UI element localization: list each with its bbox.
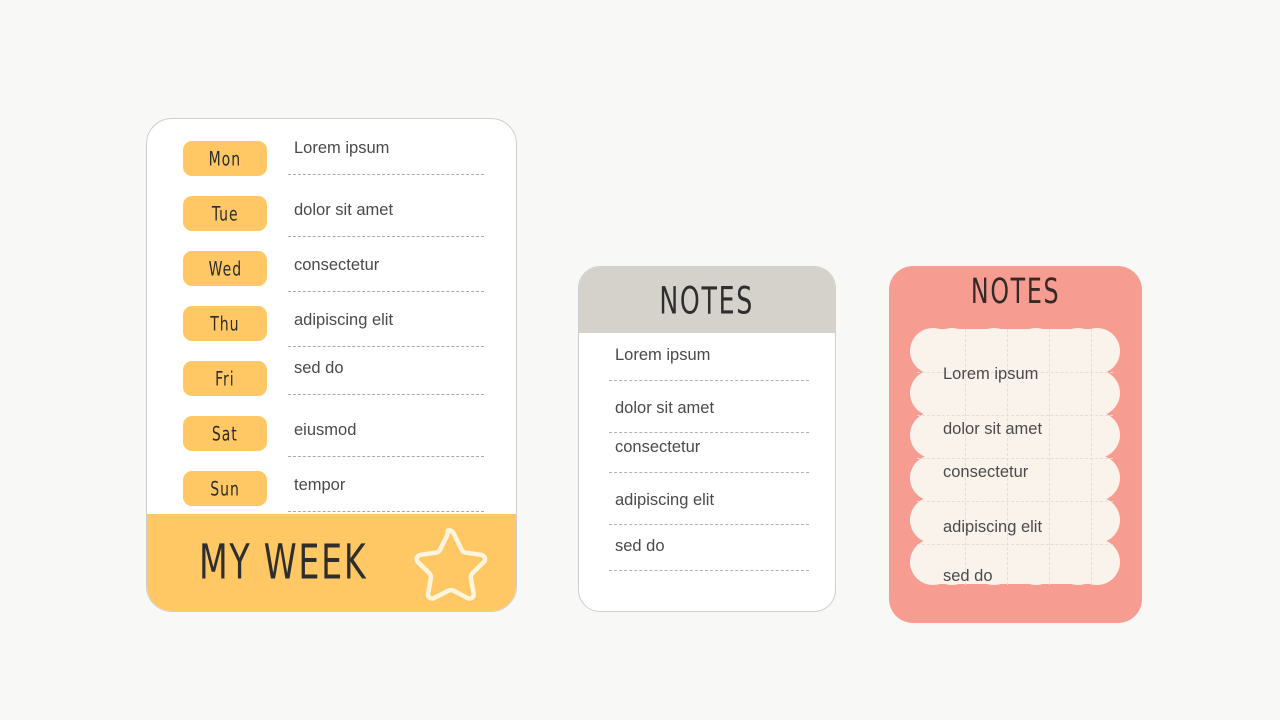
scallop-shape [910, 328, 1120, 585]
planner-day-rows: Mon Lorem ipsum Tue dolor sit amet Wed c… [147, 119, 516, 516]
day-pill-mon[interactable]: Mon [183, 141, 267, 176]
day-pill-sat[interactable]: Sat [183, 416, 267, 451]
notes-card-title: NOTES [659, 278, 755, 322]
day-task-cell[interactable]: Lorem ipsum [288, 139, 492, 193]
table-row[interactable]: Thu adipiscing elit [183, 306, 492, 361]
note-text: sed do [615, 537, 665, 555]
note-text: sed do [943, 567, 993, 585]
dashed-rule [609, 524, 809, 525]
table-row[interactable]: Wed consectetur [183, 251, 492, 306]
list-item[interactable]: consectetur [609, 438, 809, 487]
scalloped-notes-title: NOTES [970, 271, 1061, 313]
dashed-rule [288, 511, 484, 512]
day-task-text: tempor [294, 476, 346, 494]
day-task-text: dolor sit amet [294, 201, 394, 219]
scalloped-notes-card[interactable]: NOTES Lorem ipsum dolor sit amet consect… [889, 266, 1142, 623]
weekly-planner-card[interactable]: Mon Lorem ipsum Tue dolor sit amet Wed c… [146, 118, 517, 612]
notes-card-list: Lorem ipsum dolor sit amet consectetur a… [579, 333, 835, 579]
dashed-rule [288, 174, 484, 175]
day-label: Sun [210, 476, 240, 501]
table-row[interactable]: Sat eiusmod [183, 416, 492, 471]
day-task-text: consectetur [294, 256, 380, 274]
note-text: dolor sit amet [615, 399, 715, 417]
star-icon [414, 527, 488, 601]
notes-card[interactable]: NOTES Lorem ipsum dolor sit amet consect… [578, 266, 836, 612]
table-row[interactable]: Mon Lorem ipsum [183, 139, 492, 196]
day-task-text: Lorem ipsum [294, 139, 390, 157]
dashed-rule [609, 472, 809, 473]
list-item[interactable]: Lorem ipsum [609, 346, 809, 395]
note-text: dolor sit amet [943, 420, 1043, 438]
dashed-rule [288, 394, 484, 395]
day-task-text: adipiscing elit [294, 311, 394, 329]
day-task-text: eiusmod [294, 421, 357, 439]
note-text: consectetur [943, 463, 1029, 481]
note-text: Lorem ipsum [943, 365, 1039, 383]
notes-card-header: NOTES [579, 267, 835, 333]
list-item[interactable]: adipiscing elit [609, 487, 809, 533]
slide-canvas: Mon Lorem ipsum Tue dolor sit amet Wed c… [0, 0, 1280, 720]
day-label: Sat [212, 421, 238, 446]
note-text: Lorem ipsum [615, 346, 711, 364]
day-task-cell[interactable]: dolor sit amet [288, 196, 492, 248]
list-item[interactable]: sed do [609, 533, 809, 579]
note-text: adipiscing elit [943, 518, 1043, 536]
dashed-rule [609, 570, 809, 571]
day-task-cell[interactable]: sed do [288, 359, 492, 413]
day-pill-thu[interactable]: Thu [183, 306, 267, 341]
note-text: consectetur [615, 438, 701, 456]
day-task-cell[interactable]: eiusmod [288, 416, 492, 468]
day-label: Tue [211, 201, 239, 226]
dashed-rule [609, 432, 809, 433]
scalloped-note-surface: Lorem ipsum dolor sit amet consectetur a… [909, 315, 1121, 598]
day-task-text: sed do [294, 359, 344, 377]
table-row[interactable]: Tue dolor sit amet [183, 196, 492, 251]
day-pill-wed[interactable]: Wed [183, 251, 267, 286]
list-item[interactable]: dolor sit amet [609, 395, 809, 441]
day-label: Thu [210, 311, 240, 336]
day-label: Mon [208, 146, 242, 171]
dashed-rule [609, 380, 809, 381]
page-title: MY WEEK [199, 534, 368, 591]
day-pill-sun[interactable]: Sun [183, 471, 267, 506]
day-label: Fri [215, 366, 235, 391]
planner-footer: MY WEEK [147, 514, 516, 611]
dashed-rule [288, 346, 484, 347]
dashed-rule [288, 291, 484, 292]
note-text: adipiscing elit [615, 491, 715, 509]
day-pill-fri[interactable]: Fri [183, 361, 267, 396]
dashed-rule [288, 456, 484, 457]
day-task-cell[interactable]: adipiscing elit [288, 306, 492, 358]
day-label: Wed [208, 256, 242, 281]
day-pill-tue[interactable]: Tue [183, 196, 267, 231]
table-row[interactable]: Fri sed do [183, 359, 492, 416]
day-task-cell[interactable]: consectetur [288, 251, 492, 303]
dashed-rule [288, 236, 484, 237]
